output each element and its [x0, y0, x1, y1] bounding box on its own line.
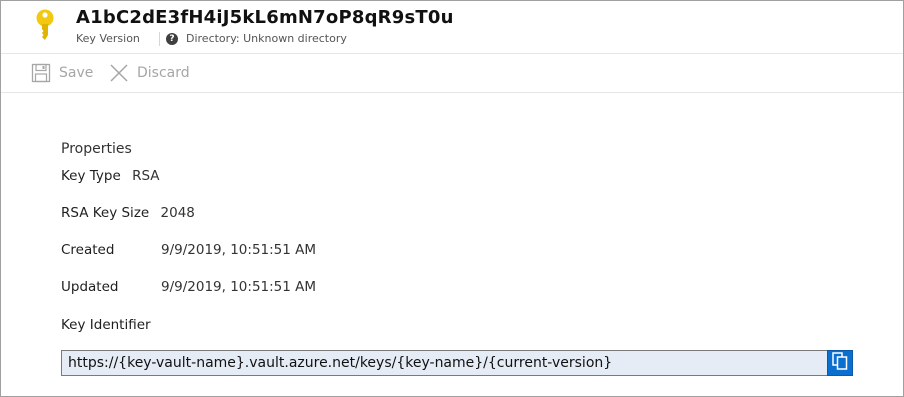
save-icon — [31, 63, 51, 83]
header-subline: Key Version ? Directory: Unknown directo… — [76, 32, 347, 46]
save-button[interactable]: Save — [31, 54, 93, 92]
key-icon — [34, 9, 56, 43]
created-row: Created 9/9/2019, 10:51:51 AM — [61, 242, 316, 258]
updated-value: 9/9/2019, 10:51:51 AM — [161, 279, 317, 295]
identifier-label: Key Identifier — [61, 317, 151, 333]
key-size-label: RSA Key Size — [61, 205, 150, 221]
discard-label: Discard — [137, 65, 190, 81]
key-identifier-field[interactable] — [61, 350, 831, 376]
identifier-row — [61, 350, 861, 378]
command-bar: Save Discard — [1, 53, 903, 93]
key-type-row: Key Type RSA — [61, 168, 160, 184]
section-title: Properties — [61, 141, 132, 157]
directory-label: Directory: Unknown directory — [186, 32, 347, 45]
header-divider — [159, 32, 160, 46]
resource-type-label: Key Version — [76, 32, 140, 45]
updated-label: Updated — [61, 279, 119, 295]
key-size-value: 2048 — [160, 205, 195, 221]
created-value: 9/9/2019, 10:51:51 AM — [161, 242, 317, 258]
help-icon[interactable]: ? — [166, 33, 178, 45]
updated-row: Updated 9/9/2019, 10:51:51 AM — [61, 279, 316, 295]
page-title: A1bC2dE3fH4iJ5kL6mN7oP8qR9sT0u — [76, 7, 454, 28]
created-label: Created — [61, 242, 115, 258]
key-type-value: RSA — [132, 168, 160, 184]
copy-button[interactable] — [827, 350, 853, 376]
blade-header: A1bC2dE3fH4iJ5kL6mN7oP8qR9sT0u Key Versi… — [1, 1, 903, 52]
discard-button[interactable]: Discard — [109, 54, 190, 92]
close-icon — [109, 63, 129, 83]
save-label: Save — [59, 65, 94, 81]
key-type-label: Key Type — [61, 168, 121, 184]
key-size-row: RSA Key Size 2048 — [61, 205, 195, 221]
copy-icon — [832, 352, 848, 374]
key-version-blade: A1bC2dE3fH4iJ5kL6mN7oP8qR9sT0u Key Versi… — [0, 0, 904, 397]
